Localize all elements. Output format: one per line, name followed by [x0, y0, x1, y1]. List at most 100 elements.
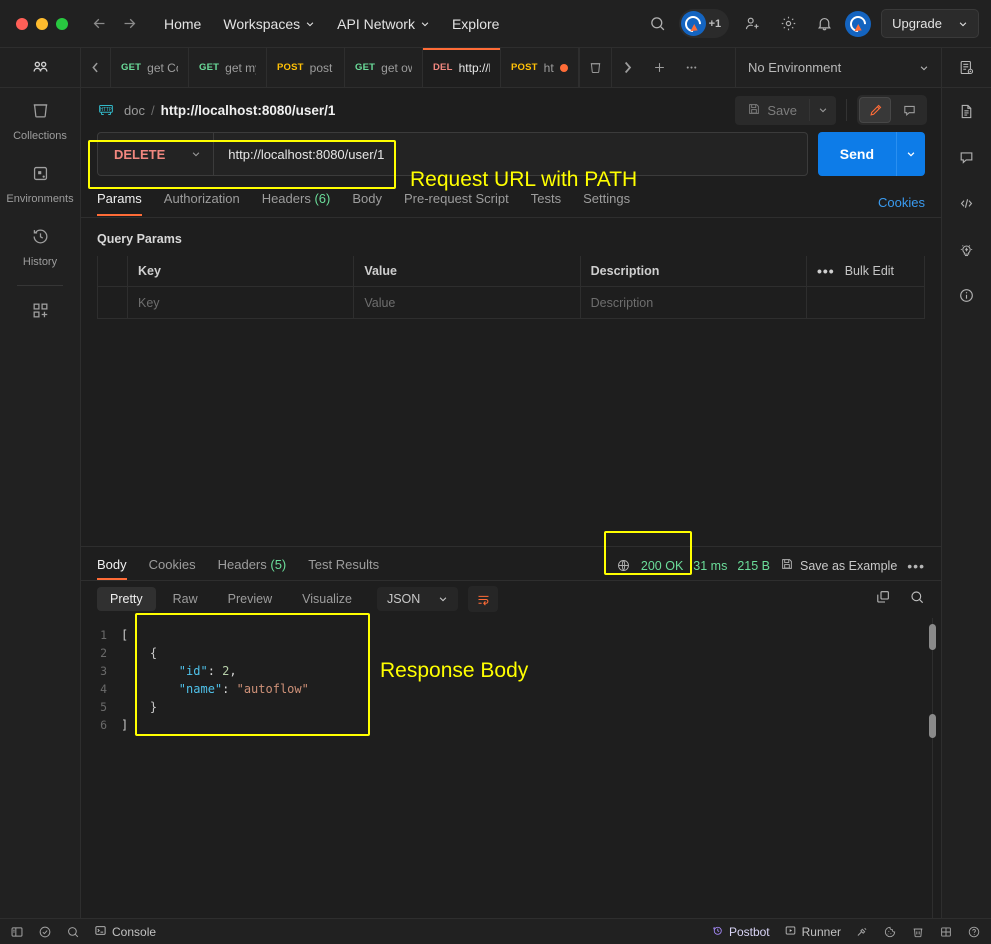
new-modules-icon[interactable] [0, 288, 80, 334]
tab-method: GET [121, 62, 142, 73]
nav-home[interactable]: Home [154, 11, 211, 37]
capture-icon[interactable] [855, 925, 869, 939]
scrollbar-thumb-bottom[interactable] [929, 714, 936, 738]
check-circle-icon[interactable] [38, 925, 52, 939]
http-method-select[interactable]: DELETE [98, 133, 215, 175]
postbot-lightbulb-icon[interactable] [948, 226, 986, 272]
tab-more-ellipsis-icon[interactable] [675, 48, 707, 87]
trash-icon[interactable] [911, 925, 925, 939]
http-protocol-icon: HTTP [97, 101, 115, 119]
comments-icon[interactable] [948, 134, 986, 180]
tab-post-http[interactable]: POST http [501, 48, 579, 87]
cookies-link[interactable]: Cookies [878, 195, 925, 210]
response-tab-test-results[interactable]: Test Results [297, 557, 390, 580]
send-options-caret[interactable] [896, 132, 925, 176]
tab-get-my[interactable]: GET get my [189, 48, 267, 87]
table-more-ellipsis-icon[interactable]: ••• [817, 264, 835, 278]
save-as-example-button[interactable]: Save as Example [780, 557, 897, 574]
gear-icon[interactable] [773, 9, 803, 39]
sidebar-item-collections[interactable]: Collections [0, 88, 80, 151]
bell-icon[interactable] [809, 9, 839, 39]
code-snippet-icon[interactable] [948, 180, 986, 226]
pencil-icon[interactable] [859, 97, 891, 123]
cookies-icon[interactable] [883, 925, 897, 939]
tab-get-ow[interactable]: GET get ow [345, 48, 423, 87]
chevron-right-icon[interactable] [611, 48, 643, 87]
tab-params[interactable]: Params [97, 191, 153, 216]
save-button[interactable]: Save [735, 96, 809, 125]
sidebar-item-environments[interactable]: Environments [0, 151, 80, 214]
response-tab-body[interactable]: Body [97, 557, 138, 580]
user-plus-icon[interactable] [737, 9, 767, 39]
tab-headers[interactable]: Headers (6) [251, 191, 342, 215]
response-tab-headers[interactable]: Headers (5) [207, 557, 298, 580]
page-title: http://localhost:8080/user/1 [160, 102, 336, 118]
scrollbar-thumb-top[interactable] [929, 624, 936, 650]
chevron-left-icon[interactable] [81, 48, 111, 87]
tab-label: get my [225, 60, 256, 75]
format-visualize-button[interactable]: Visualize [289, 587, 365, 611]
console-button[interactable]: Console [94, 924, 156, 940]
tab-get-co[interactable]: GET get Co [111, 48, 189, 87]
account-avatar[interactable] [845, 10, 872, 37]
postbot-button[interactable]: Postbot [711, 924, 770, 940]
sidebar-item-history[interactable]: History [0, 214, 80, 277]
search-icon[interactable] [66, 925, 80, 939]
environment-quick-look-icon[interactable] [942, 48, 991, 88]
response-meta: 200 OK 31 ms 215 B Save as Example ••• [616, 557, 925, 580]
runner-button[interactable]: Runner [784, 924, 841, 940]
nav-explore[interactable]: Explore [442, 11, 509, 37]
response-body-actions [875, 589, 925, 610]
tab-authorization[interactable]: Authorization [153, 191, 251, 215]
minimize-window-button[interactable] [36, 17, 48, 30]
word-wrap-icon[interactable] [468, 586, 499, 612]
tab-body[interactable]: Body [341, 191, 393, 215]
chevron-down-icon [958, 19, 968, 29]
tab-authorization-label: Authorization [163, 190, 240, 206]
code-line: "name": "autoflow" [178, 682, 309, 696]
response-tab-cookies[interactable]: Cookies [138, 557, 207, 580]
tab-pre-request-script[interactable]: Pre-request Script [393, 191, 520, 215]
row-checkbox[interactable] [98, 287, 128, 318]
new-tab-plus-icon[interactable] [643, 48, 675, 87]
chevron-down-icon [919, 63, 929, 73]
arrow-right-icon[interactable] [116, 11, 142, 37]
maximize-window-button[interactable] [56, 17, 68, 30]
bulk-edit-button[interactable]: Bulk Edit [845, 264, 894, 278]
response-language-select[interactable]: JSON [376, 587, 459, 611]
breadcrumb-collection[interactable]: doc [124, 103, 145, 118]
comment-icon[interactable] [893, 97, 925, 123]
workspace-members-avatars[interactable]: +1 [678, 9, 730, 38]
param-value-input[interactable]: Value [354, 287, 581, 318]
team-icon[interactable] [0, 48, 80, 88]
environment-selector[interactable]: No Environment [736, 60, 941, 75]
save-options-caret[interactable] [809, 99, 836, 121]
arrow-left-icon[interactable] [86, 11, 112, 37]
param-key-input[interactable]: Key [128, 287, 355, 318]
format-preview-button[interactable]: Preview [215, 587, 285, 611]
documentation-icon[interactable] [948, 88, 986, 134]
help-icon[interactable] [967, 925, 981, 939]
trash-icon[interactable] [579, 48, 611, 87]
tab-post-r[interactable]: POST post r [267, 48, 345, 87]
search-icon[interactable] [643, 9, 673, 39]
response-more-ellipsis-icon[interactable]: ••• [907, 558, 925, 574]
nav-workspaces[interactable]: Workspaces [213, 11, 325, 37]
tab-settings[interactable]: Settings [572, 191, 641, 215]
info-icon[interactable] [948, 272, 986, 318]
nav-api-network[interactable]: API Network [327, 11, 440, 37]
tab-del-active[interactable]: DEL http://l [423, 48, 501, 87]
upgrade-button[interactable]: Upgrade [881, 9, 979, 38]
format-pretty-button[interactable]: Pretty [97, 587, 156, 611]
postbot-icon [711, 924, 724, 940]
copy-icon[interactable] [875, 589, 891, 610]
send-button[interactable]: Send [817, 132, 896, 176]
close-window-button[interactable] [16, 17, 28, 30]
tab-tests[interactable]: Tests [520, 191, 572, 215]
param-description-input[interactable]: Description [581, 287, 807, 318]
format-raw-button[interactable]: Raw [160, 587, 211, 611]
tab-headers-count: (6) [314, 190, 331, 206]
toggle-sidebar-icon[interactable] [10, 925, 24, 939]
search-icon[interactable] [909, 589, 925, 610]
layout-icon[interactable] [939, 925, 953, 939]
